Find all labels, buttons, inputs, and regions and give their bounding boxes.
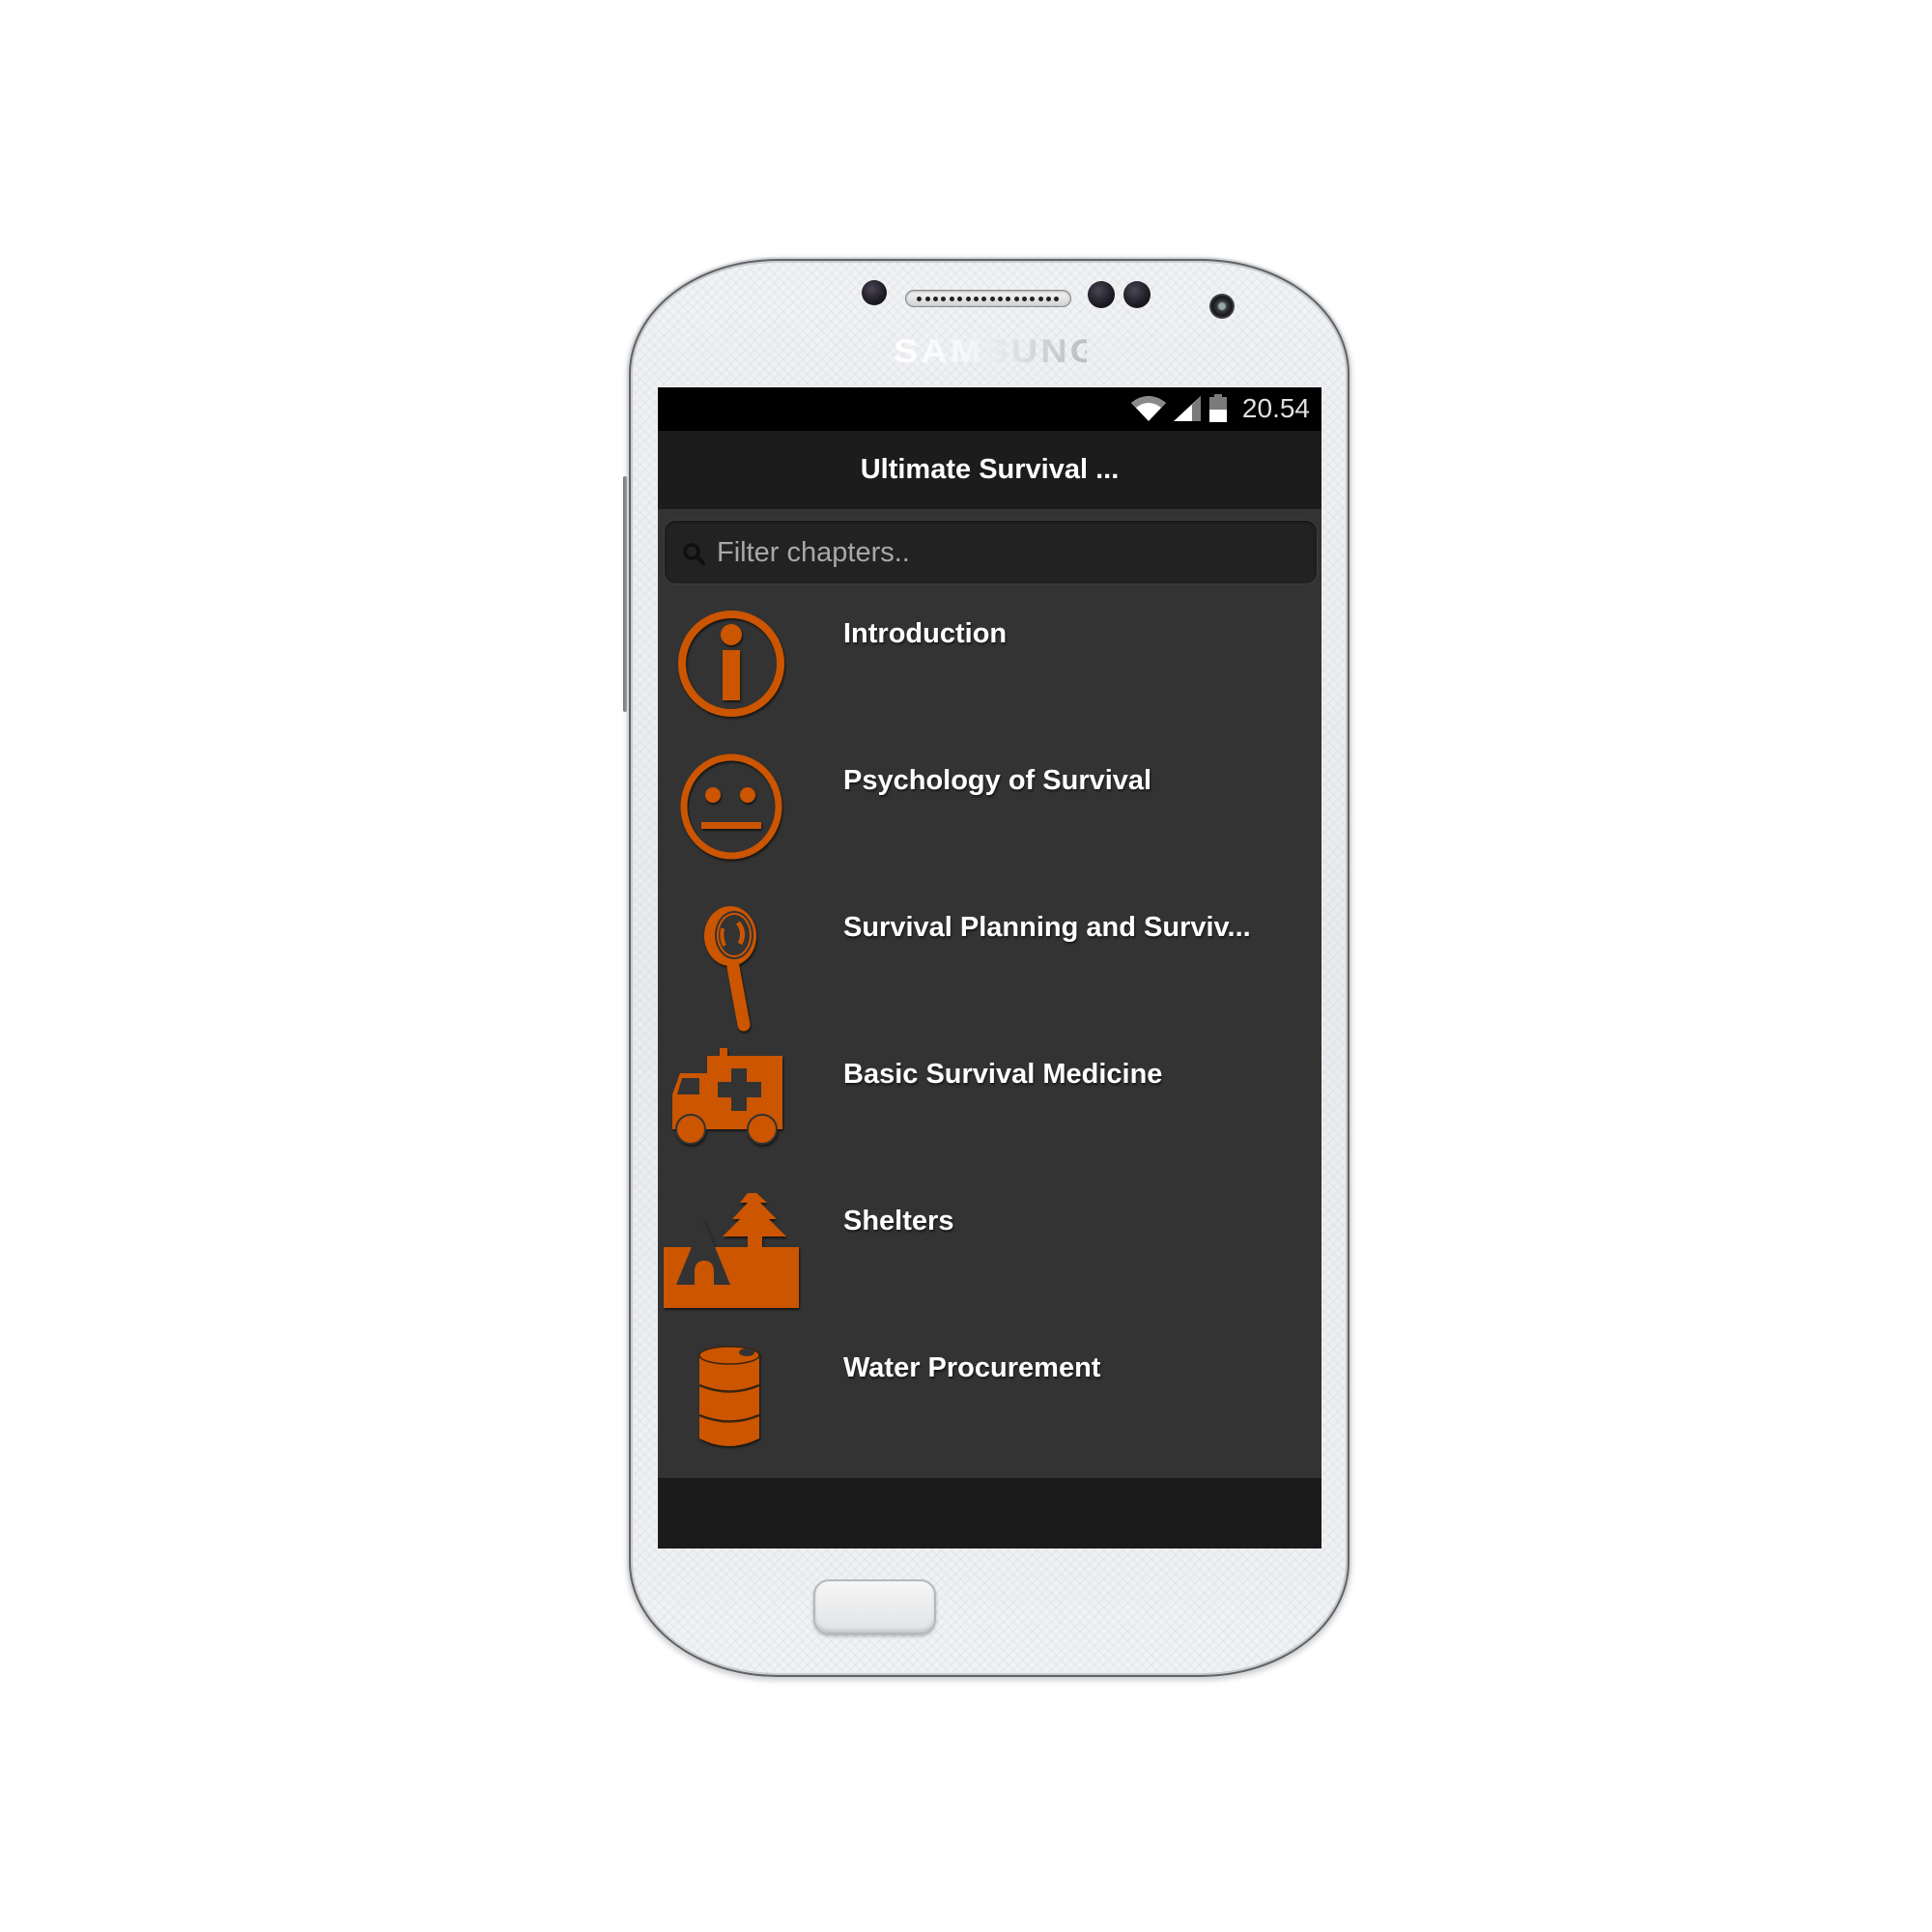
chapter-label: Basic Survival Medicine (843, 1059, 1163, 1090)
search-field[interactable] (664, 520, 1318, 585)
wifi-icon (1130, 396, 1166, 421)
magnifier-icon (704, 906, 756, 1032)
status-bar: 20.54 (658, 387, 1321, 431)
earpiece-speaker (905, 290, 1071, 307)
filter-chapters-input[interactable] (715, 521, 1298, 585)
phone-screen: 20.54 Ultimate Survival ... Introduction (658, 387, 1321, 1548)
list-item-psychology[interactable]: Psychology of Survival (658, 743, 1321, 890)
chapter-label: Water Procurement (843, 1352, 1101, 1383)
neutral-face-icon (680, 753, 782, 860)
home-button[interactable] (813, 1579, 936, 1634)
info-icon (678, 611, 784, 717)
front-camera-icon (1209, 294, 1235, 319)
search-icon (683, 543, 705, 565)
chapter-list: Introduction Psychology of Survival Surv… (658, 596, 1321, 1477)
proximity-sensor (862, 280, 887, 305)
volume-button[interactable] (623, 476, 627, 712)
app-title: Ultimate Survival ... (860, 454, 1120, 485)
barrel-icon (698, 1346, 760, 1446)
chapter-label: Introduction (843, 618, 1008, 649)
list-item-basic-medicine[interactable]: Basic Survival Medicine (658, 1037, 1321, 1183)
gesture-sensor (1123, 281, 1151, 308)
list-item-survival-planning[interactable]: Survival Planning and Surviv... (658, 890, 1321, 1037)
light-sensor (1088, 281, 1115, 308)
chapter-label: Shelters (843, 1206, 954, 1236)
bottom-bar (658, 1478, 1321, 1548)
chapter-label: Survival Planning and Surviv... (843, 912, 1251, 943)
battery-icon (1208, 394, 1227, 422)
chapter-label: Psychology of Survival (843, 765, 1152, 796)
ambulance-icon (672, 1048, 782, 1145)
brand-logo: SAMSUNG (894, 333, 1102, 370)
list-item-introduction[interactable]: Introduction (658, 596, 1321, 743)
shelter-icon (664, 1193, 799, 1308)
status-time: 20.54 (1241, 393, 1310, 423)
power-button[interactable] (1348, 582, 1351, 700)
signal-icon (1173, 396, 1201, 421)
action-bar: Ultimate Survival ... (658, 431, 1321, 509)
list-item-water-procurement[interactable]: Water Procurement (658, 1330, 1321, 1477)
list-item-shelters[interactable]: Shelters (658, 1183, 1321, 1330)
